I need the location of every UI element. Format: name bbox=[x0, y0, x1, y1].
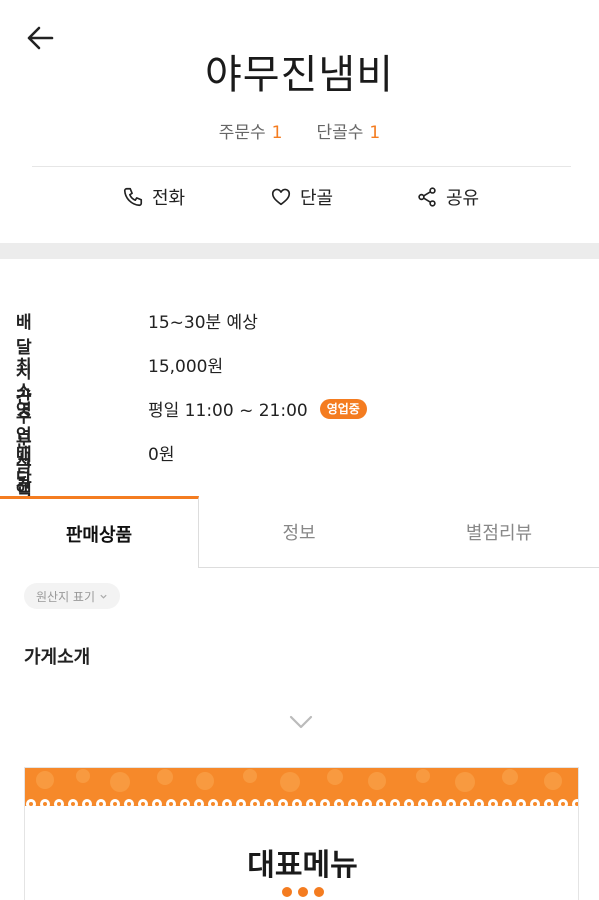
orders-count: 1 bbox=[271, 123, 283, 143]
origin-label-toggle[interactable]: 원산지 표기 bbox=[24, 583, 121, 609]
store-intro-heading: 가게소개 bbox=[24, 647, 91, 668]
delivery-time-value: 15~30분 예상 bbox=[148, 313, 258, 333]
dot bbox=[313, 887, 324, 897]
share-label: 공유 bbox=[446, 188, 480, 209]
banner-decoration bbox=[25, 768, 578, 806]
tab-info[interactable]: 정보 bbox=[199, 496, 399, 568]
open-status-badge: 영업중 bbox=[319, 398, 367, 419]
call-button[interactable]: 전화 bbox=[122, 184, 185, 210]
regulars-count: 1 bbox=[369, 123, 381, 143]
tab-products[interactable]: 판매상품 bbox=[0, 496, 199, 568]
regular-button[interactable]: 단골 bbox=[270, 184, 333, 210]
share-icon bbox=[418, 187, 436, 207]
regulars-label: 단골수 bbox=[316, 123, 364, 143]
chevron-down-icon bbox=[289, 715, 313, 729]
hours-value-wrap: 평일 11:00 ~ 21:00 영업중 bbox=[148, 396, 367, 421]
store-stats: 주문수 1 단골수 1 bbox=[0, 118, 599, 143]
dot bbox=[281, 887, 292, 897]
dot bbox=[297, 887, 308, 897]
regulars-stat: 단골수 1 bbox=[317, 118, 381, 143]
store-title: 야무진냄비 bbox=[205, 52, 394, 98]
orders-stat: 주문수 1 bbox=[219, 118, 283, 143]
tab-bar: 판매상품 정보 별점리뷰 bbox=[0, 496, 599, 568]
signature-menu-banner: 대표메뉴 bbox=[24, 767, 579, 900]
orders-label: 주문수 bbox=[218, 123, 266, 143]
action-bar: 전화 단골 공유 bbox=[0, 184, 599, 216]
expand-intro-button[interactable] bbox=[286, 711, 316, 733]
share-button[interactable]: 공유 bbox=[416, 184, 479, 210]
min-order-value: 15,000원 bbox=[148, 357, 224, 377]
phone-icon bbox=[123, 187, 143, 207]
section-separator bbox=[0, 243, 599, 259]
call-label: 전화 bbox=[152, 188, 186, 209]
banner-dots-decoration bbox=[25, 887, 578, 897]
chevron-down-icon bbox=[100, 594, 107, 599]
regular-label: 단골 bbox=[300, 188, 334, 209]
origin-chip-label: 원산지 표기 bbox=[36, 589, 96, 604]
hours-value: 평일 11:00 ~ 21:00 bbox=[148, 401, 308, 421]
divider bbox=[32, 166, 571, 167]
signature-menu-title: 대표메뉴 bbox=[247, 848, 358, 883]
heart-icon bbox=[271, 188, 291, 206]
tab-reviews[interactable]: 별점리뷰 bbox=[399, 496, 599, 568]
delivery-tip-value: 0원 bbox=[148, 445, 175, 465]
